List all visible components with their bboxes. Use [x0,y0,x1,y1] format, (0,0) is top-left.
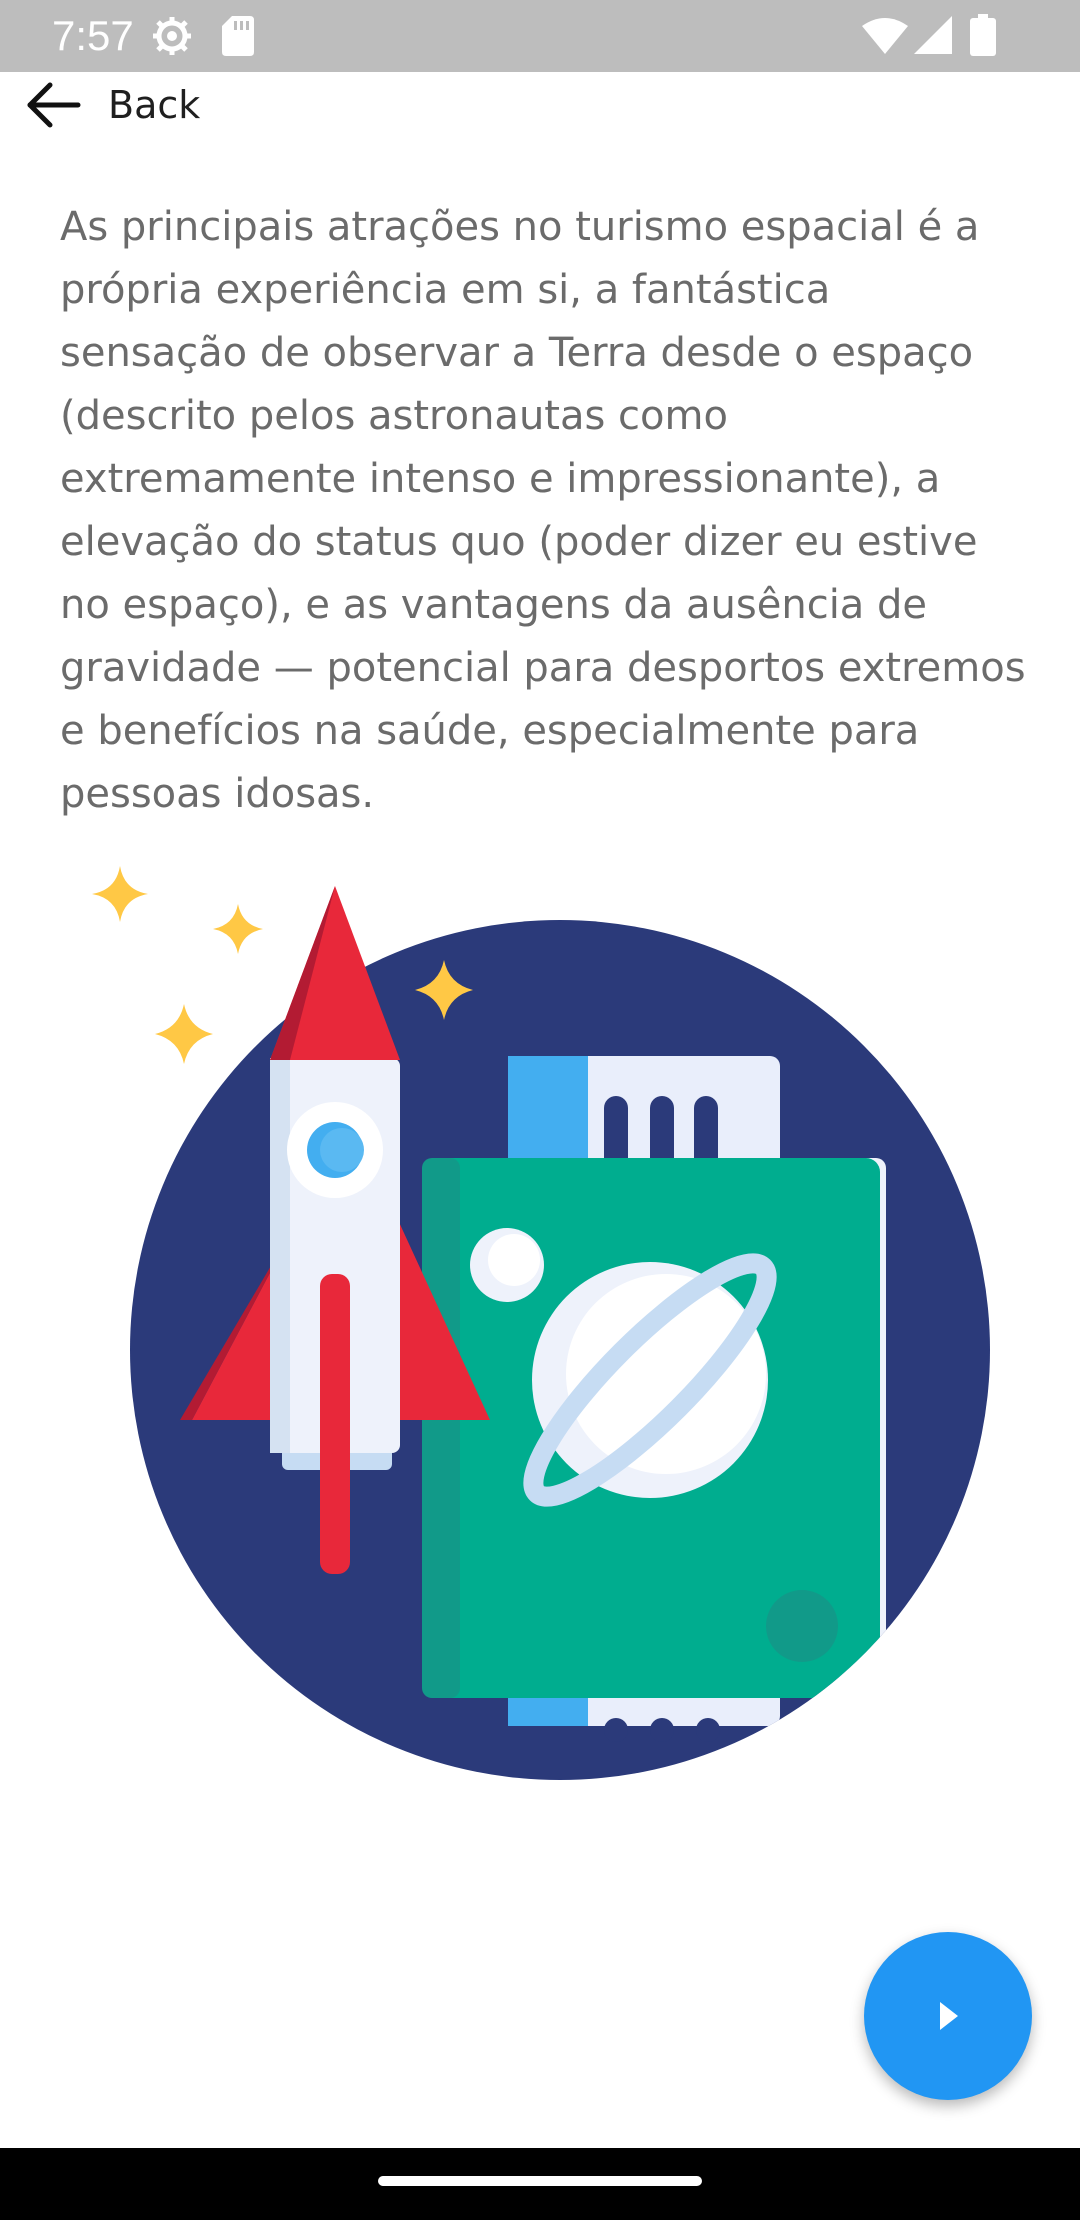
back-button[interactable]: Back [22,72,322,138]
battery-icon [970,14,996,56]
rocket-passport-planet-illustration [92,866,990,1780]
star [92,866,148,922]
next-button[interactable] [864,1932,1032,2100]
sd-card-icon [222,16,254,56]
home-indicator[interactable] [378,2176,702,2186]
star [213,904,263,954]
status-time: 7:57 [52,12,134,59]
back-label: Back [108,83,201,127]
star [155,1004,213,1064]
wifi-icon [862,18,908,54]
play-arrow-icon [940,2002,958,2030]
arrow-left-icon [27,82,81,128]
body-paragraph: As principais atrações no turismo espaci… [60,204,1026,817]
settings-gear-icon [153,17,191,55]
status-bar: 7:57 [0,0,1080,72]
cell-signal-icon [914,16,952,54]
